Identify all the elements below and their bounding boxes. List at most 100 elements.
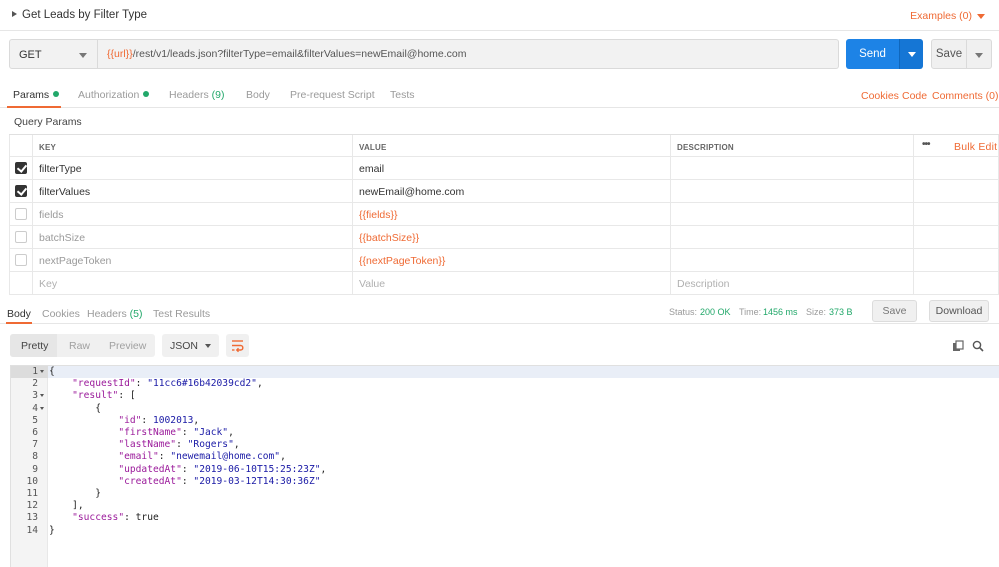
table-row: nextPageToken {{nextPageToken}} [9,249,999,272]
checkbox[interactable] [15,254,27,266]
param-description[interactable] [671,249,914,271]
row-check-cell [9,226,33,248]
checkbox[interactable] [15,231,27,243]
param-value[interactable]: {{nextPageToken}} [353,249,671,271]
row-check-cell [9,203,33,225]
tab-authorization[interactable]: Authorization [78,89,150,101]
tab-response-cookies[interactable]: Cookies [42,308,80,320]
table-row: batchSize {{batchSize}} [9,226,999,249]
checkbox[interactable] [15,208,27,220]
header-tools-cell: ••• Bulk Edit [914,135,999,156]
param-key[interactable]: nextPageToken [33,249,353,271]
param-value[interactable]: email [353,157,671,179]
wrap-lines-button[interactable] [226,334,249,357]
send-options-button[interactable] [899,39,923,69]
checkbox[interactable] [15,162,27,174]
query-params-heading: Query Params [14,116,82,128]
request-title-bar [0,0,999,31]
code-text: } [49,488,101,499]
save-response-button[interactable]: Save [872,300,917,322]
language-select[interactable]: JSON [162,334,219,357]
tab-headers[interactable]: Headers (9) [169,89,224,101]
send-button[interactable]: Send [846,39,899,69]
param-key[interactable]: filterValues [33,180,353,202]
row-check-cell [9,249,33,271]
save-button[interactable]: Save [931,39,967,69]
param-description[interactable] [671,180,914,202]
param-description[interactable] [671,157,914,179]
tab-params[interactable]: Params [13,89,60,101]
row-check-cell [9,272,33,294]
code-link[interactable]: Code [902,90,927,102]
format-raw-button[interactable]: Raw [69,340,90,352]
column-header-key: KEY [33,135,353,156]
row-check-cell [9,180,33,202]
row-tools-cell [914,157,999,179]
tab-response-headers-label: Headers [87,308,127,320]
column-header-value: VALUE [353,135,671,156]
param-description[interactable] [671,203,914,225]
param-value[interactable]: {{batchSize}} [353,226,671,248]
examples-dropdown[interactable]: Examples (0) [910,10,972,22]
code-text: "success": true [72,512,159,524]
cookies-link[interactable]: Cookies [861,90,899,102]
url-variable: {{url}} [107,48,133,60]
time-value[interactable]: 1456 ms [763,307,798,317]
save-options-button[interactable] [967,39,992,69]
new-key-input[interactable]: Key [33,272,353,294]
tab-test-results[interactable]: Test Results [153,308,210,320]
column-header-description: DESCRIPTION [671,135,914,156]
copy-icon[interactable] [952,340,964,352]
chevron-down-icon[interactable] [977,14,985,19]
format-preview-button[interactable]: Preview [109,340,146,352]
chevron-down-icon [975,53,983,58]
tab-response-body[interactable]: Body [7,308,31,320]
download-button[interactable]: Download [929,300,989,322]
new-param-row: Key Value Description [9,272,999,295]
size-value[interactable]: 373 B [829,307,853,317]
chevron-down-icon [205,344,211,348]
method-select[interactable]: GET [9,39,98,69]
row-tools-cell [914,249,999,271]
response-body-editor[interactable]: 1{ 2 "requestId": "11cc6#16b42039cd2", 3… [10,365,999,567]
param-key[interactable]: fields [33,203,353,225]
param-key[interactable]: filterType [33,157,353,179]
bulk-edit-link[interactable]: Bulk Edit [954,141,997,153]
new-value-input[interactable]: Value [353,272,671,294]
chevron-down-icon [79,53,87,58]
params-table: KEY VALUE DESCRIPTION ••• Bulk Edit filt… [9,134,999,295]
code-text: "result": [ [72,390,136,402]
tab-body[interactable]: Body [246,89,270,101]
params-header-row: KEY VALUE DESCRIPTION ••• Bulk Edit [9,134,999,157]
table-row: filterType email [9,157,999,180]
param-value[interactable]: newEmail@home.com [353,180,671,202]
fold-caret-icon[interactable] [40,406,44,410]
new-description-input[interactable]: Description [671,272,914,294]
tab-authorization-label: Authorization [78,89,140,101]
param-key[interactable]: batchSize [33,226,353,248]
tab-prerequest-script[interactable]: Pre-request Script [290,89,375,101]
response-headers-count-badge: (5) [129,308,143,320]
row-tools-cell [914,180,999,202]
tab-response-headers[interactable]: Headers (5) [87,308,142,320]
row-tools-cell [914,226,999,248]
active-response-tab-indicator [6,322,32,324]
code-text: { [49,402,101,414]
status-dot-icon [53,91,60,97]
fold-caret-icon[interactable] [40,370,44,373]
more-options-icon[interactable]: ••• [922,139,930,150]
tab-tests[interactable]: Tests [390,89,415,101]
search-icon[interactable] [972,340,984,352]
request-title[interactable]: Get Leads by Filter Type [22,9,147,21]
caret-right-icon[interactable] [12,11,17,17]
comments-link[interactable]: Comments (0) [932,90,999,102]
active-line-highlight [11,366,999,378]
param-value[interactable]: {{fields}} [353,203,671,225]
format-pretty-button[interactable]: Pretty [21,340,48,352]
status-badge[interactable]: 200 OK [700,307,731,317]
param-description[interactable] [671,226,914,248]
checkbox[interactable] [15,185,27,197]
url-input[interactable]: {{url}}/rest/v1/leads.json?filterType=em… [98,39,839,69]
status-label: Status: [669,307,698,317]
fold-caret-icon[interactable] [40,394,44,398]
